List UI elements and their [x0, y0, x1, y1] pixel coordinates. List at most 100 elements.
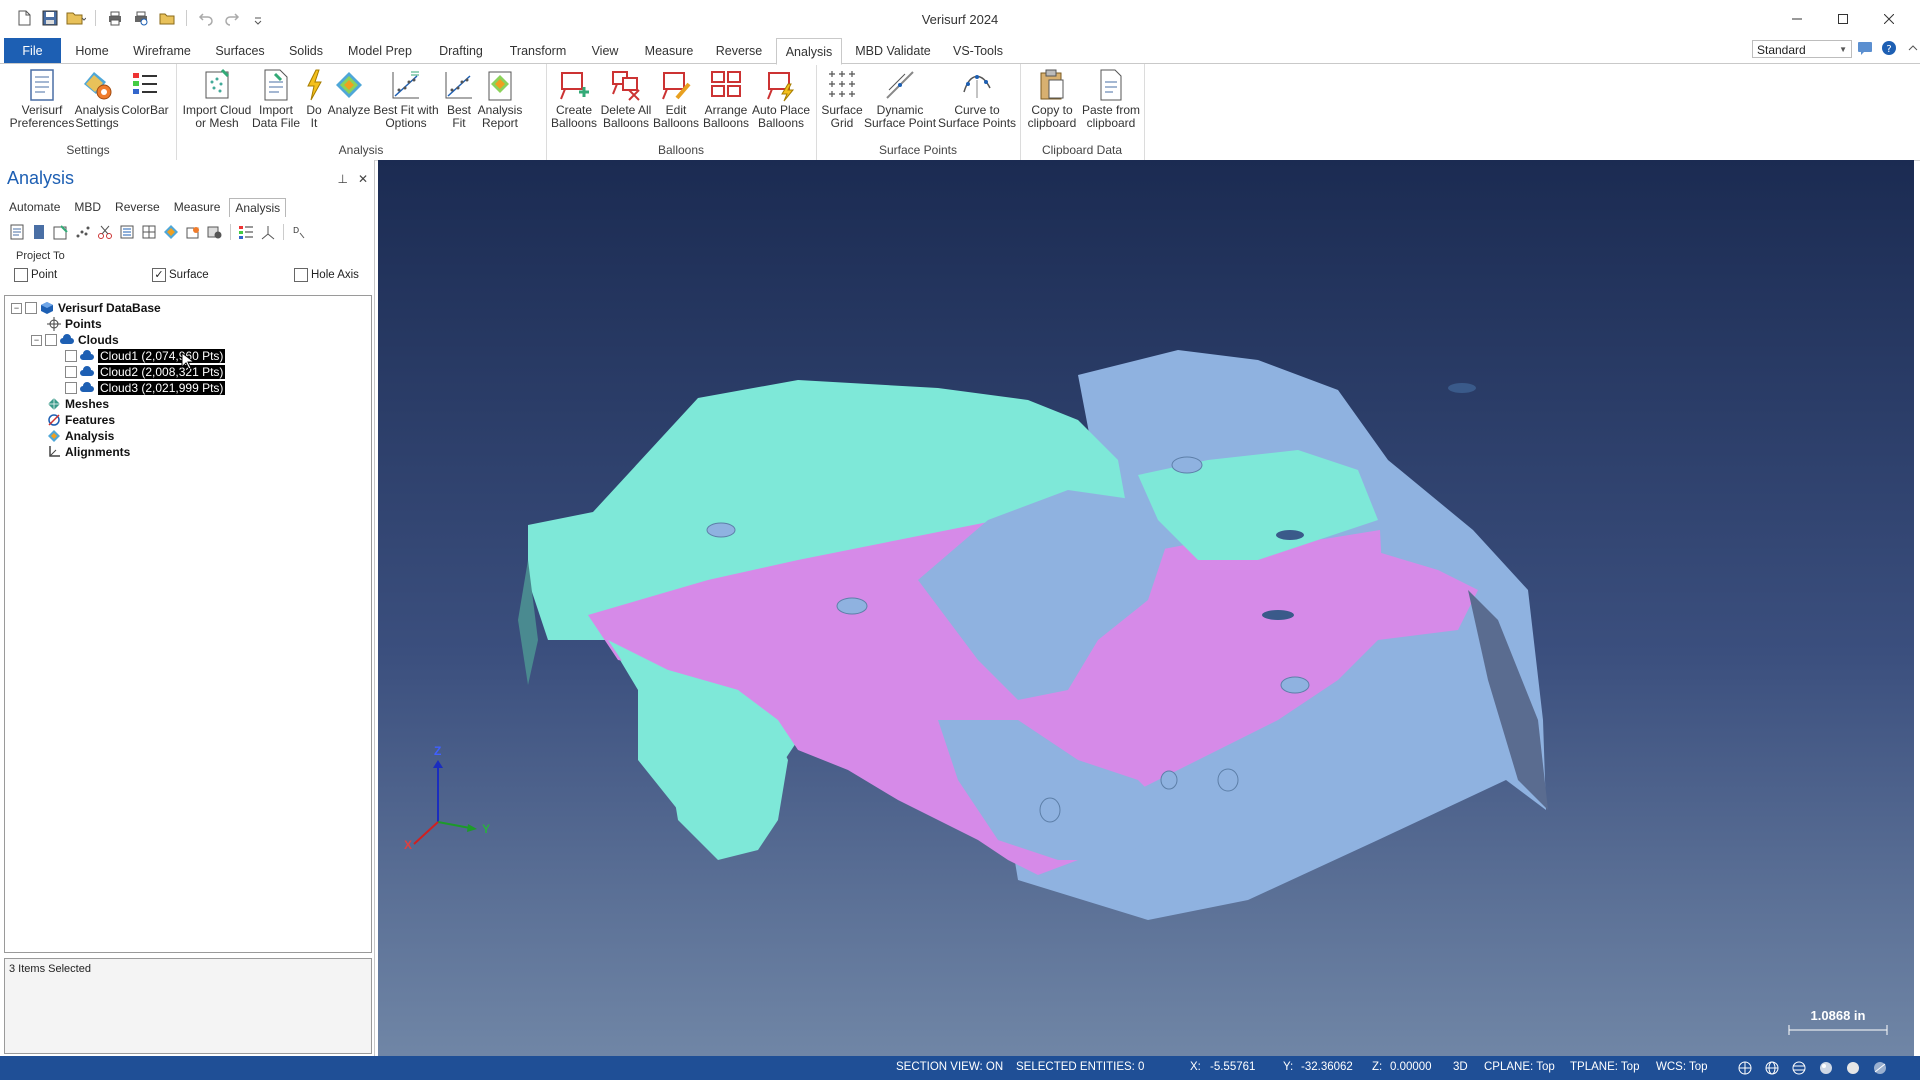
- folder-icon[interactable]: [157, 8, 177, 28]
- subtab-measure[interactable]: Measure: [169, 198, 226, 216]
- tab-mbd-validate[interactable]: MBD Validate: [852, 38, 934, 64]
- cloud-icon[interactable]: [184, 223, 202, 241]
- new-icon[interactable]: [14, 8, 34, 28]
- colorbar-button[interactable]: ColorBar: [121, 68, 169, 117]
- tab-analysis[interactable]: Analysis: [776, 38, 842, 65]
- print-preview-icon[interactable]: [131, 8, 151, 28]
- solid-sphere-icon[interactable]: [1845, 1060, 1861, 1076]
- collapse-ribbon-icon[interactable]: [1905, 40, 1920, 56]
- project-hole-axis-checkbox[interactable]: Hole Axis: [294, 268, 359, 282]
- report-icon[interactable]: [8, 223, 26, 241]
- export-icon[interactable]: [52, 223, 70, 241]
- tree-checkbox[interactable]: [65, 350, 77, 362]
- best-fit-button[interactable]: Best Fit: [442, 68, 476, 130]
- tree-item-clouds[interactable]: − Clouds: [31, 332, 119, 348]
- tab-surfaces[interactable]: Surfaces: [210, 38, 270, 64]
- analyze-small-icon[interactable]: [162, 223, 180, 241]
- tree-item-analysis[interactable]: Analysis: [47, 428, 114, 444]
- auto-place-balloons-button[interactable]: Auto Place Balloons: [752, 68, 810, 130]
- undo-icon[interactable]: [196, 8, 216, 28]
- tree-root[interactable]: − Verisurf DataBase: [11, 300, 161, 316]
- globe-icon[interactable]: [1737, 1060, 1753, 1076]
- colorbar-small-icon[interactable]: [237, 223, 255, 241]
- tree-item-alignments[interactable]: Alignments: [47, 444, 130, 460]
- collapse-icon[interactable]: −: [31, 334, 42, 346]
- points-icon[interactable]: [74, 223, 92, 241]
- analysis-settings-button[interactable]: Analysis Settings: [74, 68, 120, 130]
- checkbox-box[interactable]: [14, 268, 28, 282]
- project-point-checkbox[interactable]: Point: [14, 268, 57, 282]
- wireframe-sphere-icon[interactable]: [1791, 1060, 1807, 1076]
- axis-icon[interactable]: [259, 223, 277, 241]
- file-tab[interactable]: File: [4, 38, 61, 64]
- tab-home[interactable]: Home: [71, 38, 113, 64]
- subtab-automate[interactable]: Automate: [4, 198, 65, 216]
- arrange-balloons-button[interactable]: Arrange Balloons: [700, 68, 752, 130]
- tplane-status[interactable]: TPLANE: Top: [1570, 1061, 1639, 1073]
- filter-icon[interactable]: [118, 223, 136, 241]
- best-fit-options-button[interactable]: Best Fit with Options: [372, 68, 440, 130]
- tree-item-cloud2[interactable]: Cloud2 (2,008,321 Pts): [65, 364, 226, 380]
- tab-vs-tools[interactable]: VS-Tools: [948, 38, 1008, 64]
- surface-grid-button[interactable]: Surface Grid: [820, 68, 864, 130]
- tree-item-points[interactable]: Points: [47, 316, 102, 332]
- tab-drafting[interactable]: Drafting: [432, 38, 490, 64]
- tree-checkbox[interactable]: [25, 302, 37, 314]
- tab-solids[interactable]: Solids: [284, 38, 328, 64]
- scissors-icon[interactable]: [96, 223, 114, 241]
- grid-icon[interactable]: [140, 223, 158, 241]
- checkbox-box[interactable]: [294, 268, 308, 282]
- tab-reverse[interactable]: Reverse: [714, 38, 764, 64]
- pin-icon[interactable]: ⊥: [337, 172, 347, 186]
- tab-wireframe[interactable]: Wireframe: [130, 38, 194, 64]
- curve-to-surface-points-button[interactable]: Curve to Surface Points: [938, 68, 1016, 130]
- tree-checkbox[interactable]: [65, 382, 77, 394]
- subtab-mbd[interactable]: MBD: [69, 198, 106, 216]
- redo-icon[interactable]: [222, 8, 242, 28]
- comment-icon[interactable]: [1857, 40, 1873, 56]
- paste-from-clipboard-button[interactable]: Paste from clipboard: [1082, 68, 1140, 130]
- 3d-viewport[interactable]: Z Y X 1.0868 in: [378, 160, 1914, 1056]
- workspace-select[interactable]: Standard ▼: [1752, 40, 1852, 58]
- import-cloud-button[interactable]: Import Cloud or Mesh: [182, 68, 252, 130]
- tab-transform[interactable]: Transform: [506, 38, 570, 64]
- settings-small-icon[interactable]: [206, 223, 224, 241]
- do-it-button[interactable]: Do It: [302, 68, 326, 130]
- project-surface-checkbox[interactable]: ✓ Surface: [152, 268, 209, 282]
- tree-checkbox[interactable]: [45, 334, 57, 346]
- subtab-reverse[interactable]: Reverse: [110, 198, 165, 216]
- tree-item-cloud1[interactable]: Cloud1 (2,074,960 Pts): [65, 348, 226, 364]
- shaded-sphere-icon[interactable]: [1818, 1060, 1834, 1076]
- create-balloons-button[interactable]: Create Balloons: [550, 68, 598, 130]
- print-icon[interactable]: [105, 8, 125, 28]
- help-icon[interactable]: ?: [1881, 40, 1897, 56]
- tab-measure[interactable]: Measure: [640, 38, 698, 64]
- maximize-icon[interactable]: [1820, 4, 1866, 34]
- section-view-status[interactable]: SECTION VIEW: ON: [896, 1061, 1003, 1073]
- delete-all-balloons-button[interactable]: Delete All Balloons: [600, 68, 652, 130]
- minimize-icon[interactable]: [1774, 4, 1820, 34]
- edit-balloons-button[interactable]: Edit Balloons: [652, 68, 700, 130]
- tree-item-features[interactable]: Features: [47, 412, 115, 428]
- view-mode[interactable]: 3D: [1453, 1061, 1468, 1073]
- verisurf-preferences-button[interactable]: Verisurf Preferences: [10, 68, 74, 130]
- tab-model-prep[interactable]: Model Prep: [344, 38, 416, 64]
- globe-grid-icon[interactable]: [1764, 1060, 1780, 1076]
- tab-view[interactable]: View: [586, 38, 624, 64]
- wcs-status[interactable]: WCS: Top: [1656, 1061, 1708, 1073]
- copy-to-clipboard-button[interactable]: Copy to clipboard: [1024, 68, 1080, 130]
- tree-checkbox[interactable]: [65, 366, 77, 378]
- do-small-icon[interactable]: D: [290, 223, 308, 241]
- analysis-report-button[interactable]: Analysis Report: [476, 68, 524, 130]
- cplane-status[interactable]: CPLANE: Top: [1484, 1061, 1555, 1073]
- collapse-icon[interactable]: −: [11, 302, 22, 314]
- close-panel-icon[interactable]: ✕: [358, 172, 368, 186]
- subtab-analysis[interactable]: Analysis: [229, 198, 287, 217]
- dynamic-surface-point-button[interactable]: Dynamic Surface Point: [864, 68, 936, 130]
- translucent-sphere-icon[interactable]: [1872, 1060, 1888, 1076]
- point-cloud-model[interactable]: [378, 160, 1914, 1056]
- analyze-button[interactable]: Analyze: [326, 68, 372, 117]
- checkbox-box-checked[interactable]: ✓: [152, 268, 166, 282]
- customize-icon[interactable]: [248, 8, 268, 28]
- import-data-file-button[interactable]: Import Data File: [252, 68, 300, 130]
